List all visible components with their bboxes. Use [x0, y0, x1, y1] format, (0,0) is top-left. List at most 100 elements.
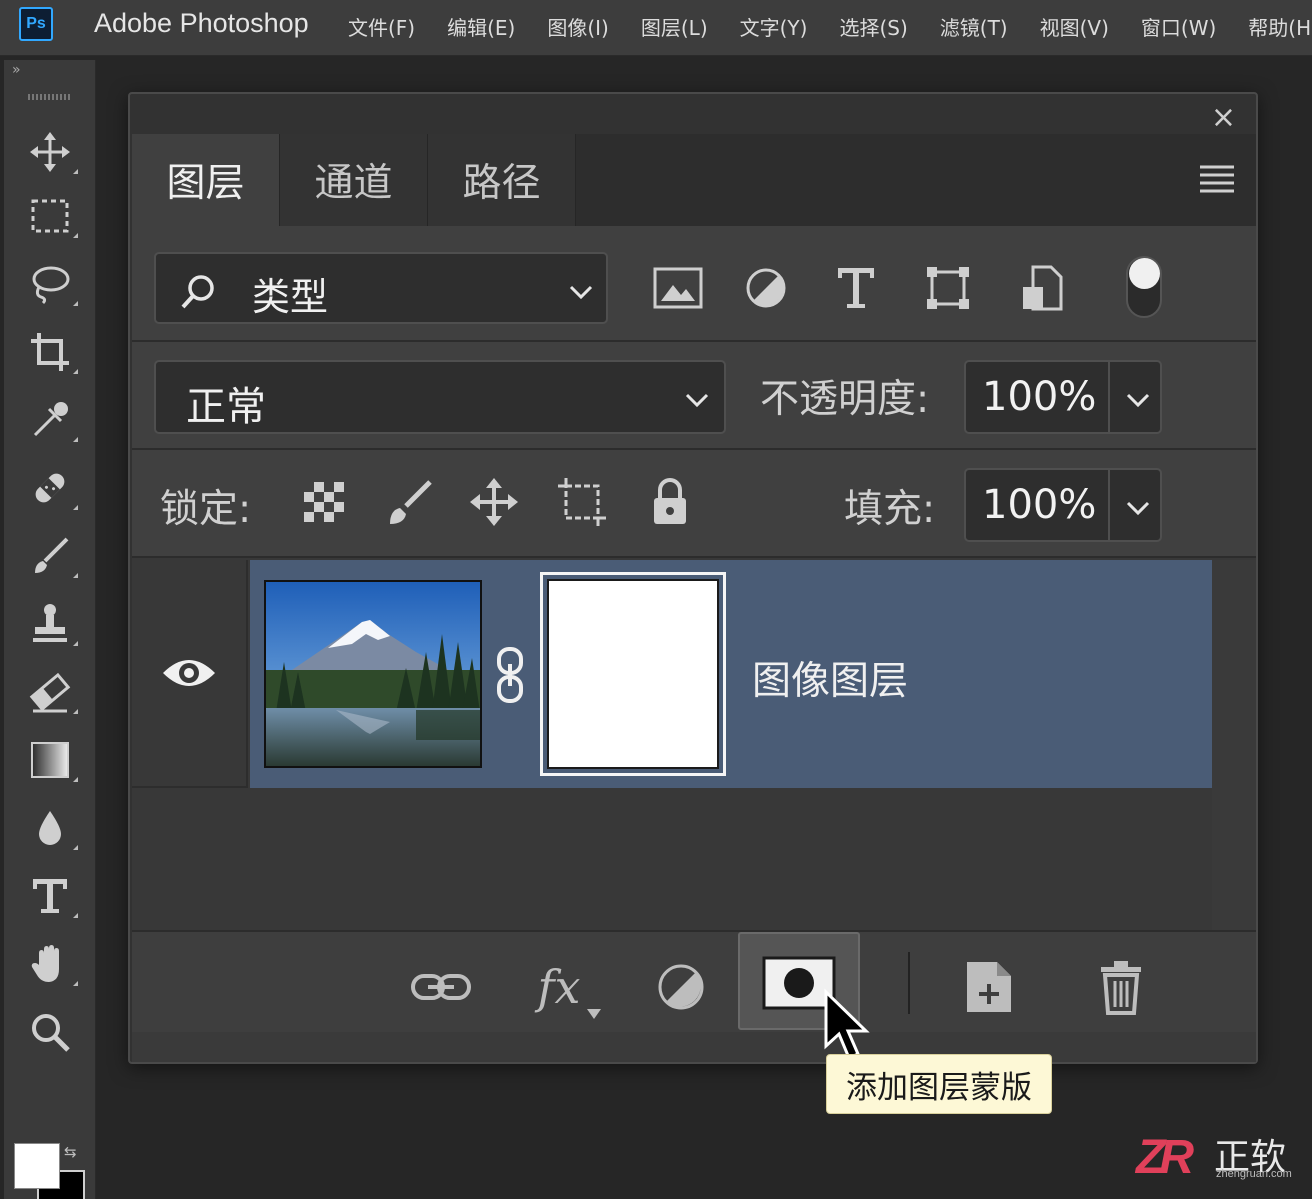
- caret-down-icon: [587, 1009, 601, 1019]
- eye-icon: [163, 660, 215, 686]
- tools-panel: » ⇆: [4, 60, 96, 1199]
- adjustment-filter-button[interactable]: [740, 262, 792, 314]
- layers-panel-window: × 图层 通道 路径 类型 正常 不透明度: 100% 锁定: 填充: 100%…: [128, 92, 1258, 1064]
- tab-layers[interactable]: 图层: [132, 134, 280, 226]
- new-layer-button[interactable]: [958, 956, 1020, 1018]
- menu-type[interactable]: 文字(Y): [724, 12, 824, 41]
- watermark: ZR 正软 zhengruan.com: [1136, 1128, 1304, 1186]
- smart-object-filter-icon: [1023, 265, 1063, 311]
- brush-icon: [35, 537, 69, 573]
- zoom-tool[interactable]: [22, 1004, 78, 1060]
- panel-body: 图层 通道 路径 类型 正常 不透明度: 100% 锁定: 填充: 100% 图…: [132, 134, 1256, 1054]
- marquee-icon: [31, 199, 69, 233]
- menu-window[interactable]: 窗口(W): [1125, 12, 1232, 41]
- eyedropper-tool[interactable]: [22, 392, 78, 448]
- app-title: Adobe Photoshop: [94, 8, 309, 38]
- opacity-label: 不透明度:: [760, 377, 930, 422]
- marquee-tool[interactable]: [22, 188, 78, 244]
- hand-tool[interactable]: [22, 936, 78, 992]
- chain-link-icon[interactable]: [494, 646, 526, 704]
- stamp-tool[interactable]: [22, 596, 78, 652]
- menu-image[interactable]: 图像(I): [531, 12, 625, 41]
- menu-layer[interactable]: 图层(L): [625, 12, 724, 41]
- blur-tool[interactable]: [22, 800, 78, 856]
- opacity-value[interactable]: 100%: [982, 374, 1096, 420]
- menu-select[interactable]: 选择(S): [823, 12, 923, 41]
- blend-mode-select[interactable]: 正常: [154, 360, 726, 434]
- smart-object-filter-button[interactable]: [1016, 262, 1068, 314]
- foreground-color-swatch[interactable]: [14, 1143, 60, 1189]
- hand-icon: [31, 945, 59, 982]
- layer-style-button[interactable]: fx: [528, 956, 601, 1019]
- new-layer-icon: [967, 962, 1011, 1012]
- crop-tool[interactable]: [22, 324, 78, 380]
- field-divider: [1108, 470, 1110, 540]
- layer-row[interactable]: 图像图层: [250, 560, 1212, 788]
- swap-colors-icon[interactable]: ⇆: [64, 1143, 77, 1161]
- close-panel-button[interactable]: ×: [1211, 100, 1236, 135]
- layer-thumbnail[interactable]: [264, 580, 482, 768]
- fill-label: 填充:: [844, 487, 936, 532]
- shape-filter-button[interactable]: [922, 262, 974, 314]
- layers-list: 图像图层: [132, 560, 1256, 930]
- fill-value[interactable]: 100%: [982, 482, 1096, 528]
- healing-icon: [35, 473, 65, 503]
- adjustment-layer-button[interactable]: [650, 956, 712, 1018]
- menu-edit[interactable]: 编辑(E): [431, 12, 531, 41]
- lock-image-icon[interactable]: [384, 476, 436, 528]
- menu-view[interactable]: 视图(V): [1024, 12, 1125, 41]
- fill-dropdown-icon[interactable]: [1125, 500, 1151, 516]
- type-tool[interactable]: [22, 868, 78, 924]
- gradient-tool[interactable]: [22, 732, 78, 788]
- tab-channels[interactable]: 通道: [280, 134, 428, 226]
- toolbar-grip[interactable]: [28, 94, 72, 100]
- opacity-field[interactable]: 100%: [964, 360, 1162, 434]
- lock-artboard-icon[interactable]: [556, 476, 608, 528]
- layer-name[interactable]: 图像图层: [752, 650, 908, 706]
- panel-bottom-bar: fx: [132, 930, 1256, 1034]
- menu-bar: Ps Adobe Photoshop 文件(F) 编辑(E) 图像(I) 图层(…: [0, 0, 1312, 56]
- watermark-logo: ZR: [1136, 1131, 1194, 1184]
- filter-type-select[interactable]: 类型: [154, 252, 608, 324]
- lock-transparent-icon[interactable]: [298, 476, 350, 528]
- opacity-dropdown-icon[interactable]: [1125, 392, 1151, 408]
- tooltip: 添加图层蒙版: [826, 1054, 1052, 1114]
- lasso-tool[interactable]: [22, 256, 78, 312]
- filter-toggle-switch[interactable]: [1126, 256, 1162, 318]
- gradient-icon: [31, 742, 69, 778]
- layers-scrollbar[interactable]: [1212, 560, 1256, 930]
- menu-help[interactable]: 帮助(H): [1232, 12, 1312, 41]
- mask-fill: [547, 579, 719, 769]
- delete-layer-button[interactable]: [1090, 956, 1152, 1018]
- stamp-icon: [33, 604, 67, 642]
- fill-field[interactable]: 100%: [964, 468, 1162, 542]
- layer-visibility-toggle[interactable]: [132, 560, 248, 788]
- image-filter-button[interactable]: [652, 262, 704, 314]
- panel-footer: [132, 1032, 1256, 1062]
- link-layers-button[interactable]: [410, 956, 472, 1018]
- type-filter-icon: [838, 268, 874, 308]
- healing-tool[interactable]: [22, 460, 78, 516]
- panel-menu-icon[interactable]: [1200, 164, 1234, 194]
- brush-tool[interactable]: [22, 528, 78, 584]
- move-tool[interactable]: [22, 124, 78, 180]
- tab-paths[interactable]: 路径: [428, 134, 576, 226]
- collapse-toolbar-button[interactable]: »: [12, 62, 21, 78]
- menu-file[interactable]: 文件(F): [332, 12, 431, 41]
- photoshop-logo: Ps: [19, 7, 53, 41]
- type-filter-button[interactable]: [830, 262, 882, 314]
- type-icon: [33, 879, 67, 913]
- toolbar-divider: [908, 952, 910, 1014]
- layer-mask-thumbnail[interactable]: [540, 572, 726, 776]
- lasso-icon: [32, 266, 70, 305]
- zoom-icon: [32, 1014, 70, 1052]
- lock-all-icon[interactable]: [644, 476, 696, 528]
- blend-row: 正常 不透明度: 100%: [132, 342, 1256, 450]
- blur-icon: [39, 811, 61, 845]
- eraser-tool[interactable]: [22, 664, 78, 720]
- image-filter-icon: [653, 267, 703, 309]
- fx-icon: fx: [537, 960, 581, 1014]
- lock-position-icon[interactable]: [468, 476, 520, 528]
- adjustment-layer-icon: [658, 964, 704, 1010]
- menu-filter[interactable]: 滤镜(T): [924, 12, 1024, 41]
